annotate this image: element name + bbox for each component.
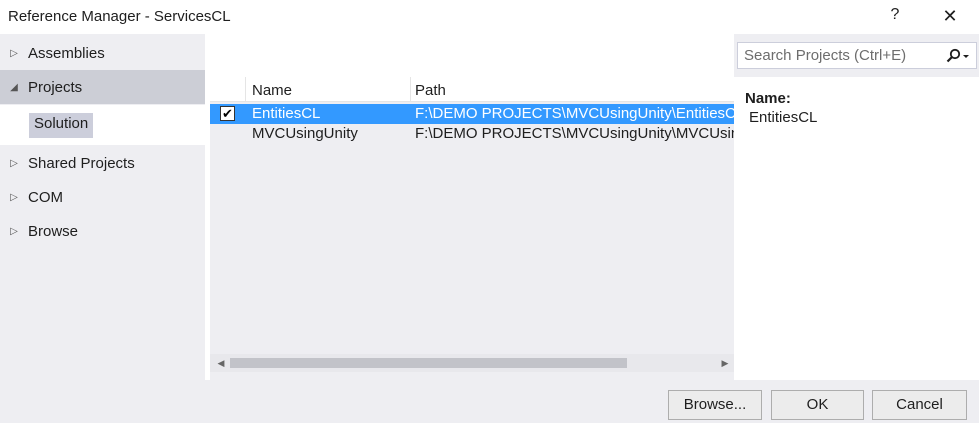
chevron-down-icon[interactable]: ◢ [0, 82, 28, 93]
checkbox[interactable]: ✔ [220, 106, 235, 121]
table-row[interactable]: MVCUsingUnity F:\DEMO PROJECTS\MVCUsingU… [210, 124, 734, 144]
nav-item-label: COM [28, 188, 63, 206]
chevron-right-icon[interactable]: ▷ [0, 226, 28, 237]
nav-item-label: Projects [28, 78, 83, 96]
left-nav: ▷ Assemblies ◢ Projects Solution ▷ Share… [0, 34, 205, 380]
nav-item-projects[interactable]: ◢ Projects [0, 70, 205, 104]
button-bar: Browse... OK Cancel [0, 380, 979, 423]
nav-item-solution[interactable]: Solution [29, 113, 94, 138]
column-header-check[interactable] [210, 77, 246, 102]
details-name-value: EntitiesCL [749, 109, 818, 126]
details-pane: Name: EntitiesCL [734, 34, 979, 380]
nav-item-label: Shared Projects [28, 154, 135, 172]
row-path: F:\DEMO PROJECTS\MVCUsingUnity\MVCUsingU… [415, 125, 734, 142]
search-box[interactable] [737, 42, 977, 69]
nav-item-browse[interactable]: ▷ Browse [0, 214, 205, 248]
help-button[interactable]: ? [886, 6, 904, 28]
horizontal-scrollbar[interactable]: ◀ ▶ [210, 354, 734, 372]
nav-item-label: Assemblies [28, 44, 105, 62]
scrollbar-thumb[interactable] [230, 358, 627, 368]
search-input[interactable] [738, 43, 934, 68]
row-name: MVCUsingUnity [252, 125, 358, 142]
scroll-right-icon[interactable]: ▶ [716, 354, 734, 372]
ok-button[interactable]: OK [771, 390, 864, 420]
search-icon[interactable] [938, 44, 976, 67]
nav-item-label: Browse [28, 222, 79, 240]
browse-button[interactable]: Browse... [668, 390, 762, 420]
nav-sub-container: Solution [0, 105, 205, 145]
chevron-right-icon[interactable]: ▷ [0, 48, 28, 59]
title-bar: Reference Manager - ServicesCL ? ✕ [0, 0, 979, 34]
chevron-right-icon[interactable]: ▷ [0, 192, 28, 203]
column-header-name[interactable]: Name [246, 77, 411, 102]
close-button[interactable]: ✕ [938, 6, 962, 28]
search-area [734, 34, 979, 77]
project-list: Name Path ✔ EntitiesCL F:\DEMO PROJECTS\… [210, 77, 734, 380]
nav-item-assemblies[interactable]: ▷ Assemblies [0, 36, 205, 70]
column-header-path[interactable]: Path [411, 77, 734, 102]
nav-item-shared-projects[interactable]: ▷ Shared Projects [0, 146, 205, 180]
scroll-left-icon[interactable]: ◀ [212, 354, 230, 372]
grid-header: Name Path [210, 77, 734, 102]
details-name-label: Name: [745, 90, 791, 107]
row-name: EntitiesCL [252, 105, 321, 122]
cancel-button[interactable]: Cancel [872, 390, 967, 420]
row-path: F:\DEMO PROJECTS\MVCUsingUnity\EntitiesC… [415, 105, 734, 122]
chevron-right-icon[interactable]: ▷ [0, 158, 28, 169]
table-row[interactable]: ✔ EntitiesCL F:\DEMO PROJECTS\MVCUsingUn… [210, 104, 734, 124]
window-title: Reference Manager - ServicesCL [8, 8, 231, 25]
nav-item-com[interactable]: ▷ COM [0, 180, 205, 214]
